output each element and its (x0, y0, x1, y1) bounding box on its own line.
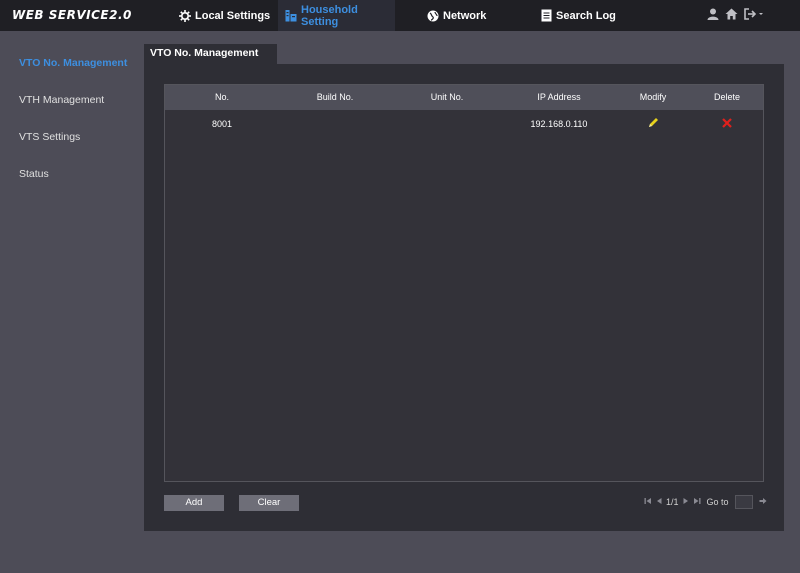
first-page-icon[interactable] (644, 497, 652, 507)
nav-household-setting-label: Household Setting (301, 3, 358, 28)
nav-household-setting[interactable]: Household Setting (278, 0, 395, 31)
goto-page-input[interactable] (734, 495, 753, 509)
column-header-modify: Modify (639, 92, 667, 102)
table-row: 8001 192.168.0.110 (165, 111, 763, 137)
home-icon[interactable] (725, 7, 738, 25)
sidebar-item-status[interactable]: Status (19, 168, 49, 180)
table-header: No. Build No. Unit No. IP Address Modify… (165, 85, 763, 110)
last-page-icon[interactable] (693, 497, 701, 507)
tab-vto-no-management[interactable]: VTO No. Management (144, 44, 277, 64)
column-header-delete: Delete (713, 92, 740, 102)
logout-icon[interactable] (744, 7, 764, 25)
delete-cell (701, 111, 753, 137)
top-navbar: WEB SERVICE2.0 Local Settings Household … (0, 0, 800, 31)
gear-icon (179, 9, 191, 22)
column-header-no: No. (214, 92, 229, 102)
modify-cell (625, 111, 681, 137)
sidebar-item-vto-no-management[interactable]: VTO No. Management (19, 57, 127, 69)
column-header-ip-address: IP Address (537, 92, 581, 102)
next-page-icon[interactable] (683, 497, 689, 507)
column-header-unit-no: Unit No. (430, 92, 464, 102)
cell-unit-no (413, 111, 481, 137)
user-icon[interactable] (707, 7, 719, 25)
pagination: 1/1 Go to (644, 494, 767, 510)
goto-arrow-icon[interactable] (759, 497, 767, 507)
cell-no: 8001 (211, 119, 233, 129)
prev-page-icon[interactable] (656, 497, 662, 507)
cell-build-no (300, 111, 370, 137)
sidebar-item-vth-management[interactable]: VTH Management (19, 94, 104, 106)
vto-table: No. Build No. Unit No. IP Address Modify… (164, 84, 764, 482)
sidebar: VTO No. Management VTH Management VTS Se… (0, 31, 144, 573)
close-icon[interactable] (722, 112, 732, 138)
nav-network[interactable]: Network (427, 0, 486, 31)
clear-button[interactable]: Clear (239, 495, 299, 511)
nav-search-log-label: Search Log (556, 9, 616, 22)
globe-icon (427, 10, 439, 22)
cell-ip-address: 192.168.0.110 (530, 119, 588, 129)
goto-label: Go to (706, 497, 729, 507)
nav-search-log[interactable]: Search Log (541, 0, 616, 31)
brand-logo: WEB SERVICE2.0 (12, 8, 132, 22)
pencil-icon[interactable] (648, 112, 659, 138)
page-indicator: 1/1 (666, 497, 679, 507)
nav-local-settings[interactable]: Local Settings (173, 0, 276, 31)
document-icon (541, 9, 552, 22)
add-button[interactable]: Add (164, 495, 224, 511)
nav-network-label: Network (443, 9, 487, 22)
sidebar-item-vts-settings[interactable]: VTS Settings (19, 131, 80, 143)
building-icon (285, 9, 297, 22)
column-header-build-no: Build No. (316, 92, 354, 102)
header-actions (707, 7, 764, 25)
nav-local-settings-label: Local Settings (195, 9, 271, 22)
